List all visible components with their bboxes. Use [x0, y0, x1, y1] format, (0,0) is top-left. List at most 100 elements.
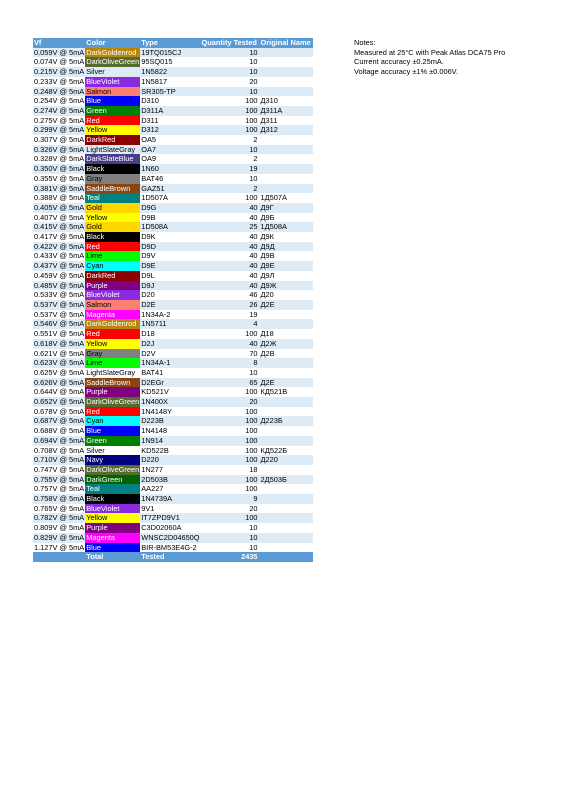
notes-title: Notes: [354, 38, 376, 47]
table-row: 0.621V @ 5mA Gray D2V 70 Д2В [33, 348, 313, 359]
table-row: 0.809V @ 5mA Purple C3D02060A 10 [33, 523, 313, 533]
original-name-cell [259, 164, 313, 174]
type-cell: D223B [140, 416, 201, 427]
type-cell: 1N5817 [140, 76, 201, 87]
table-row: 0.328V @ 5mA DarkSlateBlue OA9 2 [33, 154, 313, 165]
color-cell: Red [85, 329, 141, 339]
table-row: 0.537V @ 5mA Salmon D2E 26 Д2Е [33, 299, 313, 310]
type-cell: D18 [140, 329, 201, 339]
color-cell: Cyan [85, 261, 141, 271]
original-name-cell: Д2Е [259, 377, 313, 388]
vf-cell: 0.644V @ 5mA [33, 387, 86, 398]
color-cell: Red [85, 241, 141, 252]
original-name-cell [259, 67, 313, 77]
type-cell: SR305-TP [140, 86, 201, 97]
type-cell: D9J [140, 280, 201, 291]
vf-cell: 0.388V @ 5mA [33, 193, 86, 203]
vf-cell: 0.623V @ 5mA [33, 358, 86, 368]
vf-cell: 0.537V @ 5mA [33, 299, 86, 310]
table-row: 0.623V @ 5mA Lime 1N34A-1 8 [33, 358, 313, 368]
quantity-cell: 10 [200, 67, 260, 77]
quantity-cell: 40 [200, 202, 260, 213]
original-name-cell: Д220 [259, 455, 313, 465]
table-row: 0.710V @ 5mA Navy D220 100 Д220 [33, 455, 313, 465]
quantity-cell: 100 [200, 387, 260, 398]
type-cell: BAT46 [140, 173, 201, 184]
quantity-cell: 10 [200, 532, 260, 543]
original-name-cell [259, 367, 313, 378]
diode-table: Vf Color Type Quantity Tested Original N… [33, 38, 313, 562]
type-cell: D220 [140, 455, 201, 465]
color-cell: Black [85, 232, 141, 242]
table-row: 0.747V @ 5mA DarkOliveGreen 1N277 18 [33, 464, 313, 475]
vf-cell: 0.687V @ 5mA [33, 416, 86, 427]
original-name-cell [259, 47, 313, 58]
type-cell: D9K [140, 232, 201, 242]
color-cell: SaddleBrown [85, 183, 141, 194]
vf-cell: 0.537V @ 5mA [33, 309, 86, 320]
header-type: Type [140, 38, 201, 48]
type-cell: 1D508A [140, 222, 201, 233]
original-name-cell [259, 144, 313, 155]
quantity-cell: 100 [200, 484, 260, 495]
original-name-cell [259, 86, 313, 97]
type-cell: D2EGr [140, 377, 201, 388]
header-original-name: Original Name [259, 38, 313, 48]
table-row: 0.233V @ 5mA BlueViolet 1N5817 20 [33, 76, 313, 87]
vf-cell: 0.381V @ 5mA [33, 183, 86, 194]
color-cell: Purple [85, 280, 141, 291]
quantity-cell: 8 [200, 358, 260, 368]
original-name-cell [259, 358, 313, 368]
vf-cell: 0.652V @ 5mA [33, 397, 86, 407]
vf-cell: 0.625V @ 5mA [33, 367, 86, 378]
original-name-cell: Д310 [259, 96, 313, 106]
color-cell: Teal [85, 484, 141, 495]
type-cell: WNSC2D04650Q [140, 532, 201, 543]
quantity-cell: 100 [200, 193, 260, 203]
quantity-cell: 18 [200, 464, 260, 475]
quantity-cell: 40 [200, 241, 260, 252]
table-row: 0.405V @ 5mA Gold D9G 40 Д9Г [33, 202, 313, 213]
original-name-cell: КД521В [259, 387, 313, 398]
original-name-cell: Д9Л [259, 270, 313, 281]
type-cell: D9B [140, 212, 201, 223]
color-cell: DarkOliveGreen [85, 464, 141, 475]
type-cell: 1D507A [140, 193, 201, 203]
quantity-cell: 40 [200, 261, 260, 271]
color-cell: DarkRed [85, 270, 141, 281]
original-name-cell: Д9К [259, 232, 313, 242]
total-label: Total [85, 552, 141, 562]
table-row: 0.459V @ 5mA DarkRed D9L 40 Д9Л [33, 270, 313, 281]
vf-cell: 0.485V @ 5mA [33, 280, 86, 291]
vf-cell: 0.621V @ 5mA [33, 348, 86, 359]
type-cell: D9V [140, 251, 201, 262]
vf-cell: 0.422V @ 5mA [33, 241, 86, 252]
vf-cell: 0.809V @ 5mA [33, 523, 86, 533]
quantity-cell: 2 [200, 154, 260, 165]
vf-cell: 0.350V @ 5mA [33, 164, 86, 174]
original-name-cell: Д312 [259, 125, 313, 136]
type-cell: D2E [140, 299, 201, 310]
original-name-cell: Д223Б [259, 416, 313, 427]
original-name-cell: Д2Ж [259, 338, 313, 349]
table-row: 0.678V @ 5mA Red 1N4148Y 100 [33, 406, 313, 417]
vf-cell: 0.274V @ 5mA [33, 105, 86, 116]
header-vf: Vf [33, 38, 86, 48]
vf-cell: 0.708V @ 5mA [33, 445, 86, 456]
original-name-cell: Д9Е [259, 261, 313, 271]
quantity-cell: 100 [200, 96, 260, 106]
table-row: 0.485V @ 5mA Purple D9J 40 Д9Ж [33, 280, 313, 291]
original-name-cell: Д9Ж [259, 280, 313, 291]
quantity-cell: 9 [200, 494, 260, 504]
color-cell: Salmon [85, 86, 141, 97]
original-name-cell: Д311 [259, 115, 313, 126]
quantity-cell: 2 [200, 183, 260, 194]
type-cell: 1N4739A [140, 494, 201, 504]
color-cell: Blue [85, 96, 141, 106]
type-cell: 1N277 [140, 464, 201, 475]
table-row: 0.782V @ 5mA Yellow IT7ZPD9V1 100 [33, 513, 313, 524]
type-cell: BIR-BM53E4G-2 [140, 542, 201, 553]
quantity-cell: 20 [200, 503, 260, 514]
notes-current-accuracy: Current accuracy ±0.25mA. [354, 57, 444, 67]
type-cell: 1N400X [140, 397, 201, 407]
